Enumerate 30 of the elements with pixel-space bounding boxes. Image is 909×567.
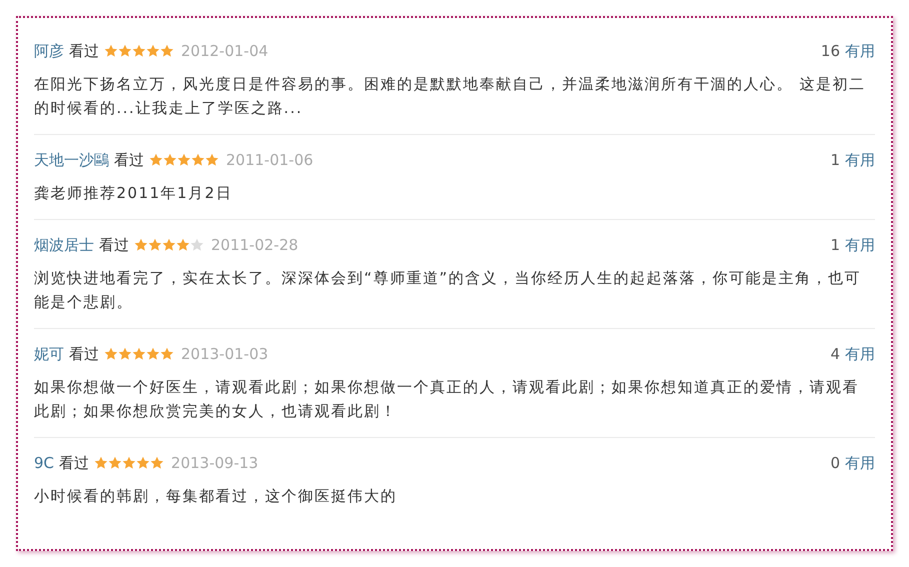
useful-count: 16 <box>820 42 840 60</box>
review-text: 在阳光下扬名立万，风光度日是件容易的事。困难的是默默地奉献自己，并温柔地滋润所有干涸的人心。 这是初二的时候看的...让我走上了学医之路... <box>34 74 866 119</box>
review-text: 浏览快进地看完了，实在太长了。深深体会到“尊师重道”的含义，当你经历人生的起起落落，你可能是主角，也可能是个悲剧。 <box>34 268 862 313</box>
useful-count: 4 <box>830 345 840 363</box>
useful-link[interactable]: 有用 <box>845 344 875 364</box>
useful-link[interactable]: 有用 <box>845 236 875 254</box>
useful-count: 1 <box>830 236 840 254</box>
review-text: 小时候看的韩剧，每集都看过，这个御医挺伟大的 <box>34 486 398 507</box>
user-link[interactable]: 妮可 <box>34 344 64 364</box>
review-date: 2011-01-06 <box>226 151 314 169</box>
user-link[interactable]: 天地一沙鷗 <box>34 150 109 170</box>
useful-count: 0 <box>830 454 840 472</box>
watched-label: 看过 <box>69 344 99 364</box>
review-date: 2012-01-04 <box>181 42 268 60</box>
review-text: 龚老师推荐2011年1月2日 <box>34 183 234 204</box>
user-link[interactable]: 阿彦 <box>34 42 64 60</box>
useful-link[interactable]: 有用 <box>845 150 875 170</box>
watched-label: 看过 <box>59 454 90 472</box>
watched-label: 看过 <box>99 236 129 254</box>
review-date: 2013-01-03 <box>181 345 268 363</box>
useful-link[interactable]: 有用 <box>845 42 875 60</box>
review-text: 如果你想做一个好医生，请观看此剧；如果你想做一个真正的人，请观看此剧；如果你想知道真正的爱情，请观看此剧；如果你想欣赏完美的女人，也请观看此剧！ <box>34 377 860 422</box>
review-date: 2011-02-28 <box>211 236 298 254</box>
user-link[interactable]: 9C <box>34 454 54 472</box>
useful-count: 1 <box>830 151 840 169</box>
review-date: 2013-09-13 <box>171 454 258 472</box>
useful-link[interactable]: 有用 <box>845 454 875 472</box>
user-link[interactable]: 烟波居士 <box>34 236 94 254</box>
watched-label: 看过 <box>69 42 99 60</box>
watched-label: 看过 <box>114 150 144 170</box>
